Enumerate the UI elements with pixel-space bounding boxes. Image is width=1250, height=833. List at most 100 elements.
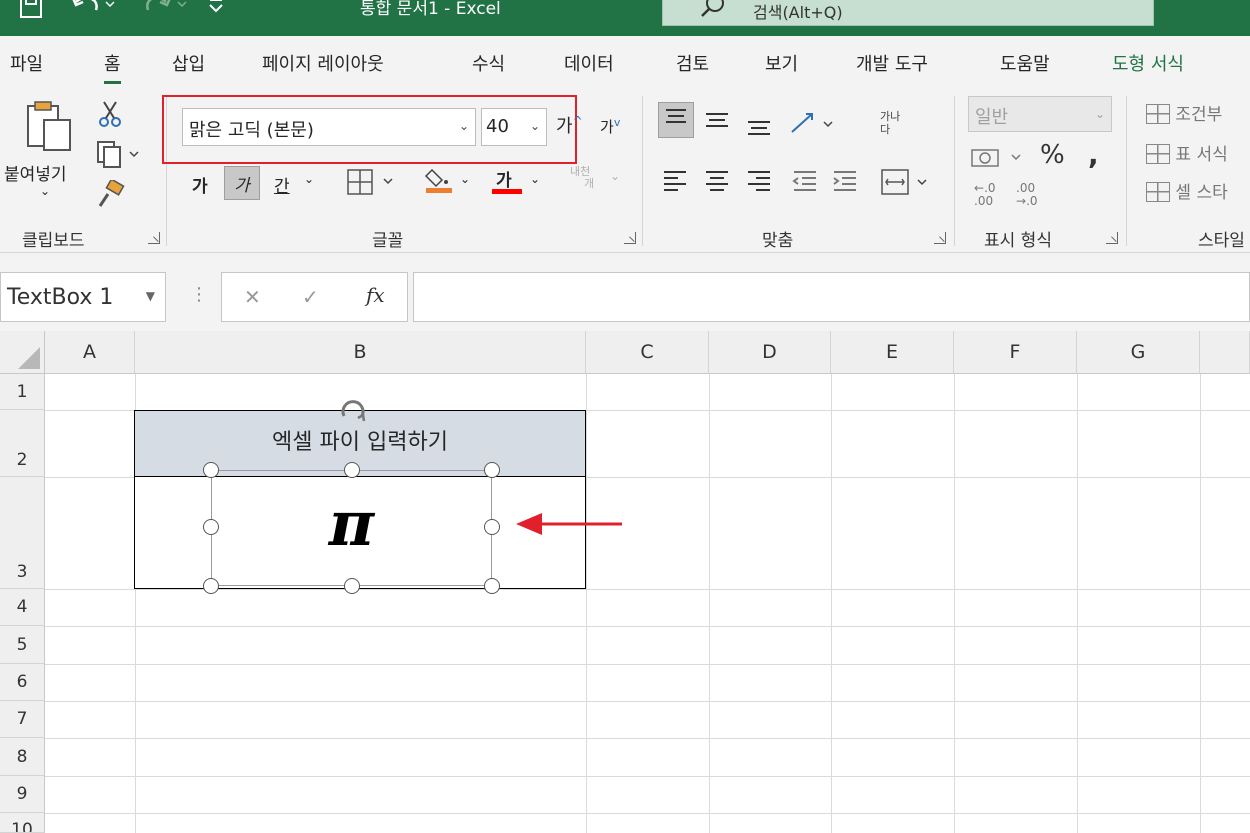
ribbon: 붙여넣기 ⌄ 클립보드 맑은 고딕 (본문) ⌄ 40 ⌄ 가^ 가v 가 가 … <box>0 88 1250 253</box>
row-header-6[interactable]: 6 <box>0 664 45 701</box>
comma-style-button[interactable]: , <box>1088 138 1099 171</box>
font-size-value: 40 <box>486 116 509 137</box>
grid-line <box>709 374 710 833</box>
align-middle-icon[interactable] <box>704 108 730 132</box>
cancel-icon[interactable]: ✕ <box>244 285 261 309</box>
search-box[interactable]: 검색(Alt+Q) <box>662 0 1154 26</box>
fill-color-dropdown-icon[interactable]: ⌄ <box>460 172 470 186</box>
customize-qat-icon[interactable] <box>206 0 226 20</box>
tab-formulas[interactable]: 수식 <box>472 50 505 76</box>
tab-home[interactable]: 홈 <box>104 50 121 84</box>
paste-icon[interactable] <box>22 98 78 154</box>
row-header-1[interactable]: 1 <box>0 374 45 410</box>
enter-icon[interactable]: ✓ <box>302 285 319 309</box>
tab-file[interactable]: 파일 <box>10 50 43 76</box>
undo-icon[interactable] <box>70 0 120 20</box>
resize-handle-top[interactable] <box>344 462 360 478</box>
align-bottom-icon[interactable] <box>746 112 772 136</box>
redo-icon[interactable] <box>140 0 192 20</box>
number-launcher-icon[interactable] <box>1106 232 1118 244</box>
rotate-handle-icon[interactable] <box>336 394 370 428</box>
decrease-decimal-button[interactable]: .00 →.0 <box>1016 182 1038 208</box>
tab-insert[interactable]: 삽입 <box>172 50 205 76</box>
orientation-icon[interactable] <box>788 110 836 138</box>
resize-handle-bottom-left[interactable] <box>203 578 219 594</box>
column-header-h[interactable] <box>1200 331 1250 374</box>
tab-review[interactable]: 검토 <box>676 50 709 76</box>
name-box[interactable]: TextBox 1 ▼ <box>0 272 166 322</box>
formula-bar-splitter[interactable]: ⋮ <box>190 284 208 305</box>
tab-view[interactable]: 보기 <box>765 50 798 76</box>
percent-style-button[interactable]: % <box>1040 140 1065 170</box>
font-launcher-icon[interactable] <box>624 232 636 244</box>
row-header-3[interactable]: 3 <box>0 477 45 589</box>
resize-handle-right[interactable] <box>484 519 500 535</box>
conditional-format-button[interactable]: 조건부 <box>1146 100 1222 125</box>
align-top-icon[interactable] <box>658 102 694 138</box>
font-color-button[interactable]: 가 <box>492 162 522 196</box>
window-title: 통합 문서1 - Excel <box>360 0 501 19</box>
accounting-format-icon[interactable] <box>970 144 1030 172</box>
tab-shape-format[interactable]: 도형 서식 <box>1112 50 1184 76</box>
column-header-e[interactable]: E <box>831 331 954 374</box>
underline-dropdown-icon[interactable]: ⌄ <box>304 172 314 186</box>
insert-function-icon[interactable]: fx <box>366 283 385 307</box>
chevron-down-icon: ⌄ <box>529 119 540 133</box>
increase-decimal-button[interactable]: ←.0 .00 <box>974 182 996 208</box>
number-format-select[interactable]: 일반 ⌄ <box>968 96 1112 132</box>
column-header-f[interactable]: F <box>954 331 1077 374</box>
bold-button[interactable]: 가 <box>192 172 208 197</box>
column-header-b[interactable]: B <box>135 331 586 374</box>
resize-handle-bottom-right[interactable] <box>484 578 500 594</box>
row-header-4[interactable]: 4 <box>0 589 45 626</box>
copy-icon[interactable] <box>96 140 142 168</box>
column-header-g[interactable]: G <box>1077 331 1200 374</box>
paste-label[interactable]: 붙여넣기 <box>4 160 67 185</box>
tab-page-layout[interactable]: 페이지 레이아웃 <box>262 50 384 76</box>
row-header-2[interactable]: 2 <box>0 410 45 477</box>
merge-center-icon[interactable] <box>880 168 936 196</box>
grid-line <box>831 374 832 833</box>
format-as-table-button[interactable]: 표 서식 <box>1146 140 1228 165</box>
tab-data[interactable]: 데이터 <box>564 50 614 76</box>
row-header-10[interactable]: 10 <box>0 813 45 833</box>
cut-icon[interactable] <box>98 100 122 128</box>
tab-developer[interactable]: 개발 도구 <box>856 50 928 76</box>
font-size-select[interactable]: 40 ⌄ <box>481 108 547 146</box>
italic-button[interactable]: 가 <box>224 166 260 200</box>
underline-button[interactable]: 간 <box>274 172 290 197</box>
row-header-9[interactable]: 9 <box>0 776 45 813</box>
alignment-launcher-icon[interactable] <box>934 232 946 244</box>
alignment-group-label: 맞춤 <box>762 231 794 251</box>
clipboard-launcher-icon[interactable] <box>148 232 160 244</box>
title-bar: 통합 문서1 - Excel 검색(Alt+Q) <box>0 0 1250 36</box>
phonetic-button[interactable]: 내천 개 ⌄ <box>570 166 620 200</box>
resize-handle-top-right[interactable] <box>484 462 500 478</box>
borders-icon[interactable] <box>346 168 402 196</box>
column-header-a[interactable]: A <box>45 331 135 374</box>
font-name-select[interactable]: 맑은 고딕 (본문) ⌄ <box>182 108 476 146</box>
cell-styles-button[interactable]: 셀 스타 <box>1146 178 1228 203</box>
grow-font-button[interactable]: 가^ <box>556 112 583 138</box>
cell-styles-label: 셀 스타 <box>1175 183 1228 203</box>
row-header-8[interactable]: 8 <box>0 738 45 776</box>
formula-input[interactable] <box>413 272 1250 322</box>
grid-line <box>586 374 587 833</box>
fill-color-icon[interactable] <box>424 164 454 194</box>
row-header-5[interactable]: 5 <box>0 626 45 664</box>
save-icon[interactable] <box>18 0 44 20</box>
resize-handle-top-left[interactable] <box>203 462 219 478</box>
font-color-dropdown-icon[interactable]: ⌄ <box>530 172 540 186</box>
shrink-font-button[interactable]: 가v <box>600 116 620 137</box>
paste-dropdown-icon[interactable]: ⌄ <box>40 184 50 198</box>
column-header-c[interactable]: C <box>586 331 709 374</box>
format-painter-icon[interactable] <box>96 180 126 210</box>
row-header-7[interactable]: 7 <box>0 701 45 738</box>
resize-handle-bottom[interactable] <box>344 578 360 594</box>
resize-handle-left[interactable] <box>203 519 219 535</box>
wrap-text-button[interactable]: 가나 다 <box>880 110 916 144</box>
tab-help[interactable]: 도움말 <box>1000 50 1050 76</box>
select-all-corner[interactable] <box>0 331 45 374</box>
textbox-1[interactable]: π <box>211 470 492 586</box>
column-header-d[interactable]: D <box>709 331 831 374</box>
